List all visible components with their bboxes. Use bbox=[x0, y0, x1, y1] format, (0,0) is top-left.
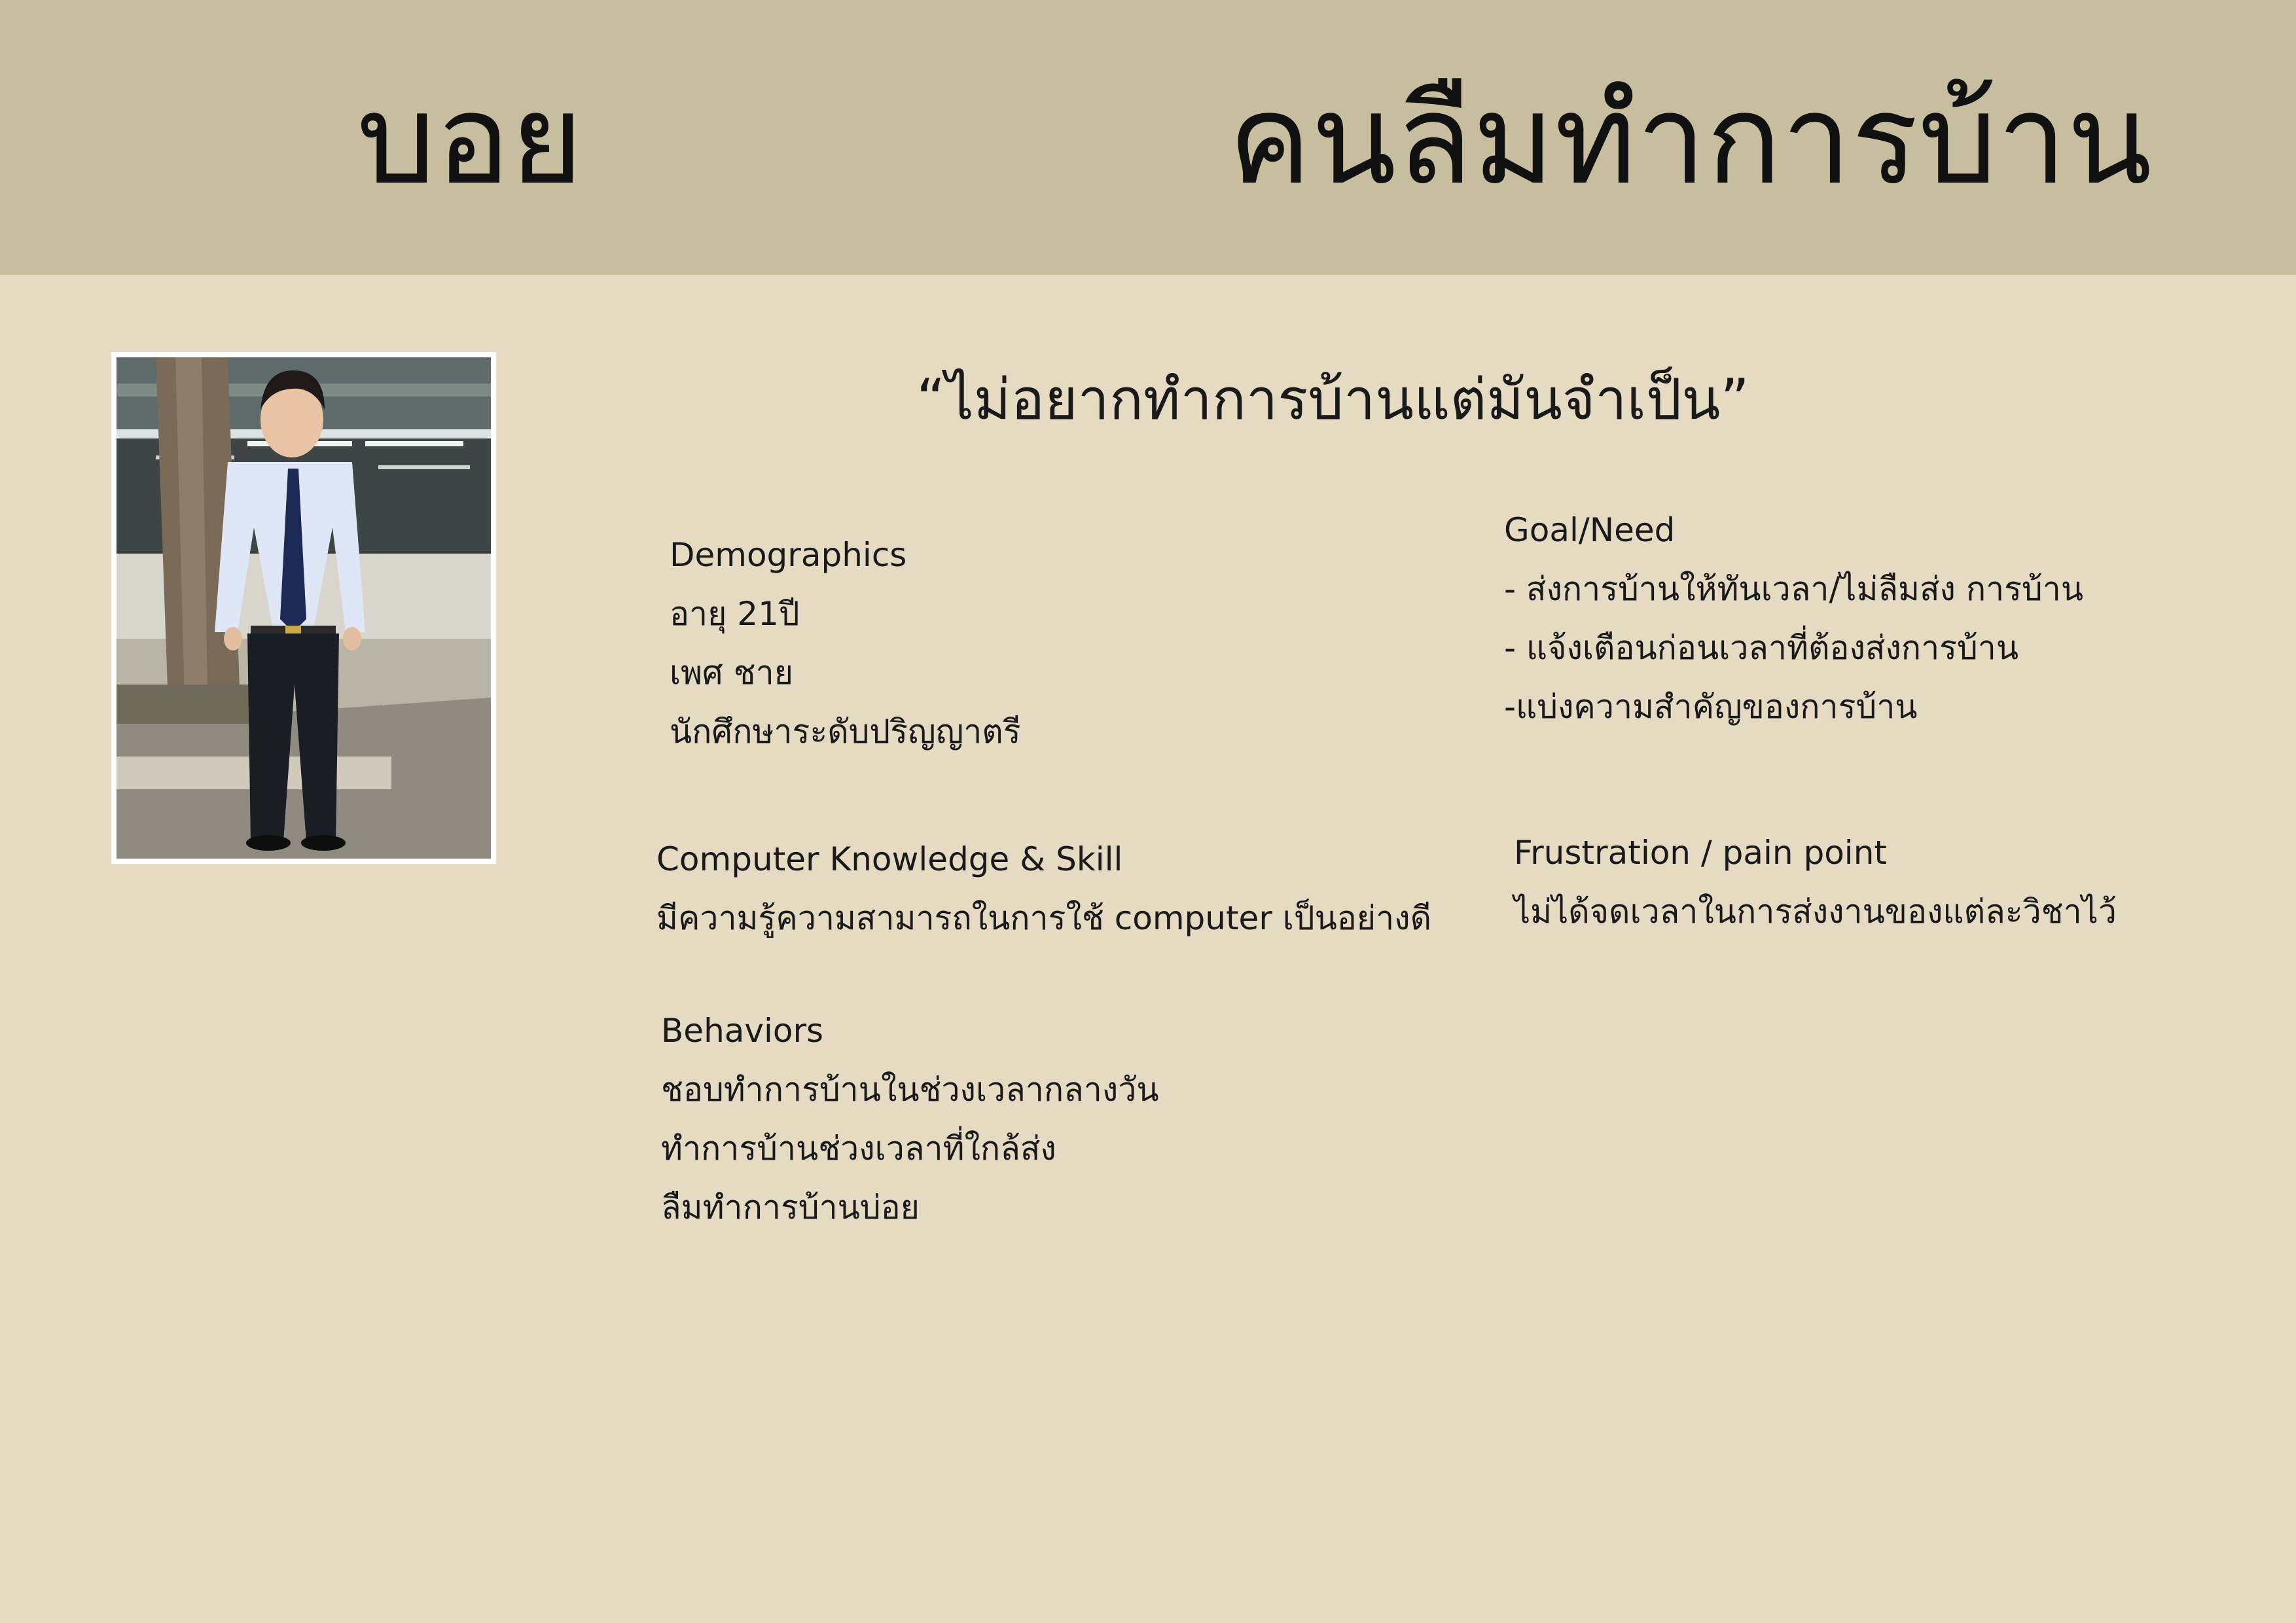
frustration-section: Frustration / pain point ไม่ได้จดเวลาในก… bbox=[1514, 823, 2117, 941]
behaviors-line: ชอบทำการบ้านในช่วงเวลากลางวัน bbox=[661, 1071, 1159, 1109]
persona-quote: “ไม่อยากทำการบ้านแต่มันจำเป็น” bbox=[916, 367, 1749, 433]
computer-skill-title: Computer Knowledge & Skill bbox=[656, 840, 1123, 878]
goal-need-line: -แบ่งความสำคัญของการบ้าน bbox=[1504, 688, 1918, 726]
behaviors-section: Behaviors ชอบทำการบ้านในช่วงเวลากลางวัน … bbox=[661, 1001, 1159, 1237]
demographics-line: อายุ 21ปี bbox=[670, 595, 800, 633]
frustration-line: ไม่ได้จดเวลาในการส่งงานของแต่ละวิชาไว้ bbox=[1514, 893, 2117, 931]
persona-role: คนลืมทำการบ้าน bbox=[1228, 67, 2152, 212]
goal-need-section: Goal/Need - ส่งการบ้านให้ทันเวลา/ไม่ลืมส… bbox=[1504, 501, 2083, 736]
demographics-section: Demographics อายุ 21ปี เพศ ชาย นักศึกษาร… bbox=[670, 526, 1021, 761]
demographics-line: เพศ ชาย bbox=[670, 654, 793, 692]
frustration-title: Frustration / pain point bbox=[1514, 834, 1887, 872]
persona-photo bbox=[111, 352, 496, 864]
behaviors-title: Behaviors bbox=[661, 1012, 824, 1050]
computer-skill-section: Computer Knowledge & Skill มีความรู้ความ… bbox=[656, 830, 1431, 948]
demographics-title: Demographics bbox=[670, 536, 907, 574]
goal-need-line: - ส่งการบ้านให้ทันเวลา/ไม่ลืมส่ง การบ้าน bbox=[1504, 570, 2084, 608]
persona-name: บอย bbox=[357, 67, 584, 212]
behaviors-line: ลืมทำการบ้านบ่อย bbox=[661, 1188, 920, 1226]
goal-need-line: - แจ้งเตือนก่อนเวลาที่ต้องส่งการบ้าน bbox=[1504, 629, 2019, 667]
demographics-line: นักศึกษาระดับปริญญาตรี bbox=[670, 713, 1021, 751]
goal-need-title: Goal/Need bbox=[1504, 511, 1676, 549]
persona-photo-image bbox=[117, 357, 491, 859]
computer-skill-line: มีความรู้ความสามารถในการใช้ computer เป็… bbox=[656, 899, 1432, 937]
header-bar: บอย คนลืมทำการบ้าน bbox=[0, 0, 2296, 275]
behaviors-line: ทำการบ้านช่วงเวลาที่ใกล้ส่ง bbox=[661, 1130, 1056, 1168]
